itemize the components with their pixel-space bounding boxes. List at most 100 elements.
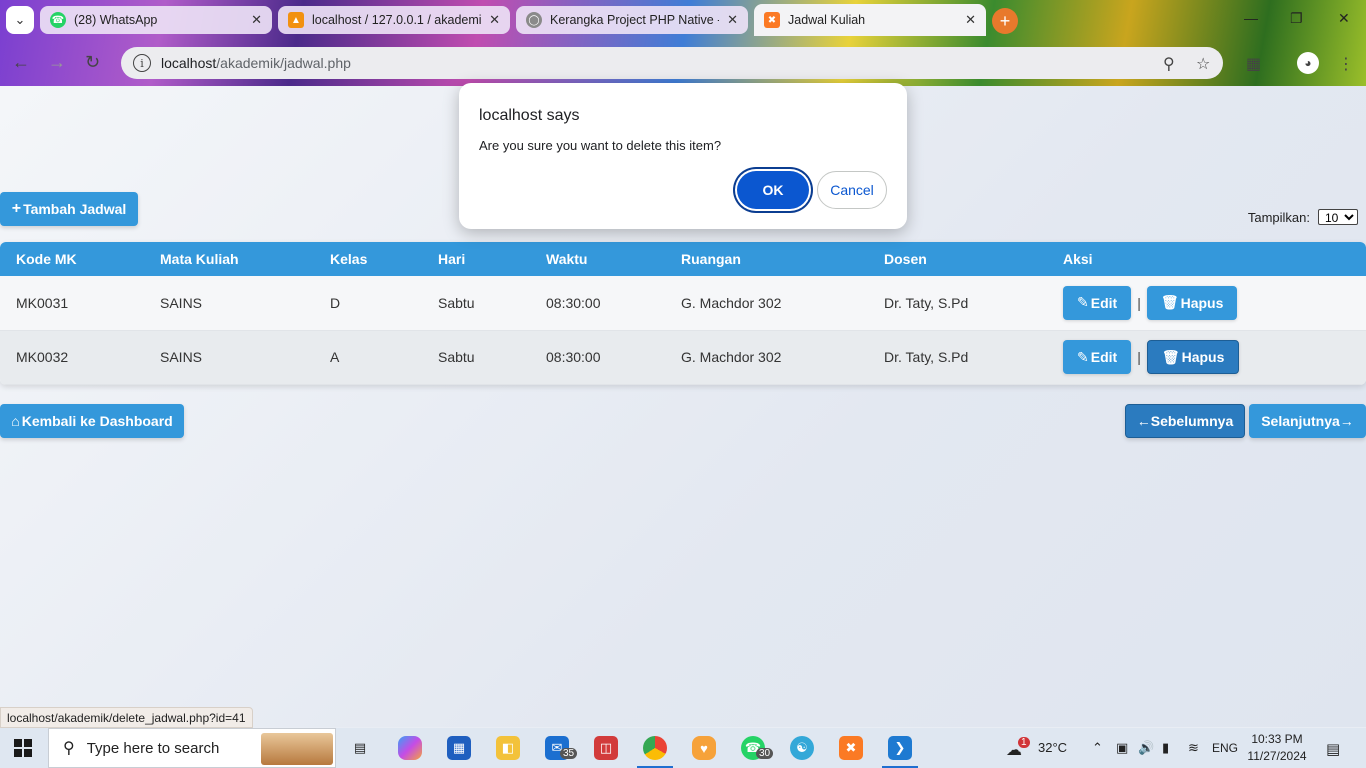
weather-temperature: 32°C [1038,740,1068,755]
windows-taskbar: ⚲ Type here to search ▤ ▦ ◧ ✉ 35 ◫ ♥ ☎ 3… [0,728,1366,768]
more-menu-icon[interactable]: ⋮ [1338,54,1354,74]
column-header: Mata Kuliah [144,242,314,276]
table-row: MK0032 SAINS A Sabtu 08:30:00 G. Machdor… [0,330,1366,385]
window-close-icon[interactable]: ✕ [1338,10,1350,27]
gift-icon[interactable]: ◫ [594,736,618,760]
vscode-icon[interactable]: ❯ [888,736,912,760]
delete-button[interactable]: 🗑 Hapus [1146,340,1240,374]
ok-button[interactable]: OK [737,171,809,209]
tab-phpmyadmin[interactable]: ▲ localhost / 127.0.0.1 / akademik ✕ [278,6,510,34]
arrow-left-icon: ← [1136,413,1151,429]
wifi-icon[interactable]: ≋ [1188,740,1199,756]
tab-whatsapp[interactable]: ☎ (28) WhatsApp ✕ [40,6,272,34]
network-app-icon[interactable]: ☯ [790,736,814,760]
battery-icon[interactable]: ▮ [1162,740,1169,756]
site-info-icon[interactable]: i [133,54,151,72]
edit-icon: ✎ [1077,348,1089,365]
new-tab-button[interactable]: + [992,8,1018,34]
zoom-icon[interactable]: ⚲ [1163,54,1175,74]
profile-avatar-icon[interactable]: ◕ [1297,52,1319,74]
bookmark-star-icon[interactable]: ☆ [1196,54,1210,74]
windows-start-icon[interactable] [14,739,32,757]
cell-mata-kuliah: SAINS [144,276,314,331]
column-header: Aksi [1047,242,1366,276]
weather-badge: 1 [1018,737,1030,748]
tab-jadwal-kuliah[interactable]: ✖ Jadwal Kuliah ✕ [754,4,986,36]
delete-label: Hapus [1180,294,1224,311]
search-highlight-icon [261,733,333,765]
xampp-icon: ✖ [764,12,780,28]
chevron-up-icon[interactable]: ⌃ [1092,740,1103,756]
show-entries-select[interactable]: 10 [1318,209,1358,225]
show-entries-label: Tampilkan: [1247,209,1310,225]
phpmyadmin-icon: ▲ [288,12,304,28]
forward-arrow-icon[interactable]: → [48,52,66,73]
tab-search-button[interactable]: ⌄ [6,6,34,34]
previous-page-label: Sebelumnya [1150,413,1234,429]
column-header: Kode MK [0,242,144,276]
edit-button[interactable]: ✎ Edit [1063,340,1132,374]
next-page-label: Selanjutnya [1261,413,1340,429]
system-clock[interactable]: 10:33 PM 11/27/2024 [1246,731,1308,765]
tab-title: Jadwal Kuliah [788,13,866,27]
chevron-down-icon: ⌄ [14,12,26,27]
cell-kode: MK0031 [0,276,144,331]
add-schedule-button[interactable]: + Tambah Jadwal [0,192,138,226]
language-indicator[interactable]: ENG [1212,741,1238,755]
notification-icon[interactable]: ▤ [1326,740,1340,758]
uc-browser-icon[interactable]: ♥ [692,736,716,760]
arrow-right-icon: → [1339,413,1354,429]
edit-button[interactable]: ✎ Edit [1063,285,1132,320]
cell-kode: MK0032 [0,330,144,385]
status-bar-url: localhost/akademik/delete_jadwal.php?id=… [0,707,253,728]
trash-icon: 🗑 [1161,348,1180,365]
restore-icon[interactable]: ❐ [1290,10,1303,27]
taskbar-search[interactable]: ⚲ Type here to search [48,728,336,768]
extensions-icon[interactable]: ▦ [1246,54,1261,74]
cell-waktu: 08:30:00 [530,276,665,331]
copilot-icon[interactable] [398,736,422,760]
url-host: localhost [161,55,217,71]
confirm-dialog: localhost says Are you sure you want to … [459,83,907,229]
file-explorer-icon[interactable]: ◧ [496,736,520,760]
previous-page-button[interactable]: ← Sebelumnya [1125,404,1245,438]
tab-title: localhost / 127.0.0.1 / akademik [312,13,482,27]
column-header: Ruangan [665,242,868,276]
close-icon[interactable]: ✕ [251,12,262,28]
reload-icon[interactable]: ↻ [85,52,100,73]
search-placeholder: Type here to search [86,739,220,757]
close-icon[interactable]: ✕ [727,12,738,28]
volume-icon[interactable]: 🔊 [1138,740,1154,756]
delete-label: Hapus [1181,349,1225,365]
cell-ruangan: G. Machdor 302 [665,330,868,385]
browser-chrome: ⌄ ☎ (28) WhatsApp ✕ ▲ localhost / 127.0.… [0,0,1366,86]
meet-now-icon[interactable]: ▣ [1116,740,1128,756]
clock-time: 10:33 PM [1251,732,1303,746]
cell-aksi: ✎ Edit | 🗑 Hapus [1047,330,1366,385]
edit-icon: ✎ [1077,294,1089,311]
home-icon: ⌂ [11,413,20,429]
action-separator: | [1137,349,1141,365]
chrome-icon[interactable] [643,736,667,760]
tab-kerangka-project[interactable]: ◯ Kerangka Project PHP Native - ✕ [516,6,748,34]
clock-date: 11/27/2024 [1247,749,1307,763]
cancel-button[interactable]: Cancel [817,171,887,209]
xampp-icon[interactable]: ✖ [839,736,863,760]
dialog-title: localhost says [479,107,580,124]
microsoft-store-icon[interactable]: ▦ [447,736,471,760]
minimize-icon[interactable]: — [1244,10,1258,26]
action-separator: | [1137,294,1141,311]
column-header: Hari [422,242,530,276]
back-to-dashboard-button[interactable]: ⌂ Kembali ke Dashboard [0,404,184,438]
close-icon[interactable]: ✕ [965,12,976,28]
table-header-row: Kode MK Mata Kuliah Kelas Hari Waktu Rua… [0,242,1366,276]
close-icon[interactable]: ✕ [489,12,500,28]
back-arrow-icon[interactable]: ← [12,52,30,73]
delete-button[interactable]: 🗑 Hapus [1146,285,1238,320]
table-row: MK0031 SAINS D Sabtu 08:30:00 G. Machdor… [0,276,1366,331]
address-bar[interactable]: i localhost/akademik/jadwal.php [121,47,1223,79]
next-page-button[interactable]: Selanjutnya → [1249,404,1366,438]
task-view-icon[interactable]: ▤ [348,736,372,760]
cell-kelas: A [314,330,422,385]
dialog-message: Are you sure you want to delete this ite… [479,138,722,153]
